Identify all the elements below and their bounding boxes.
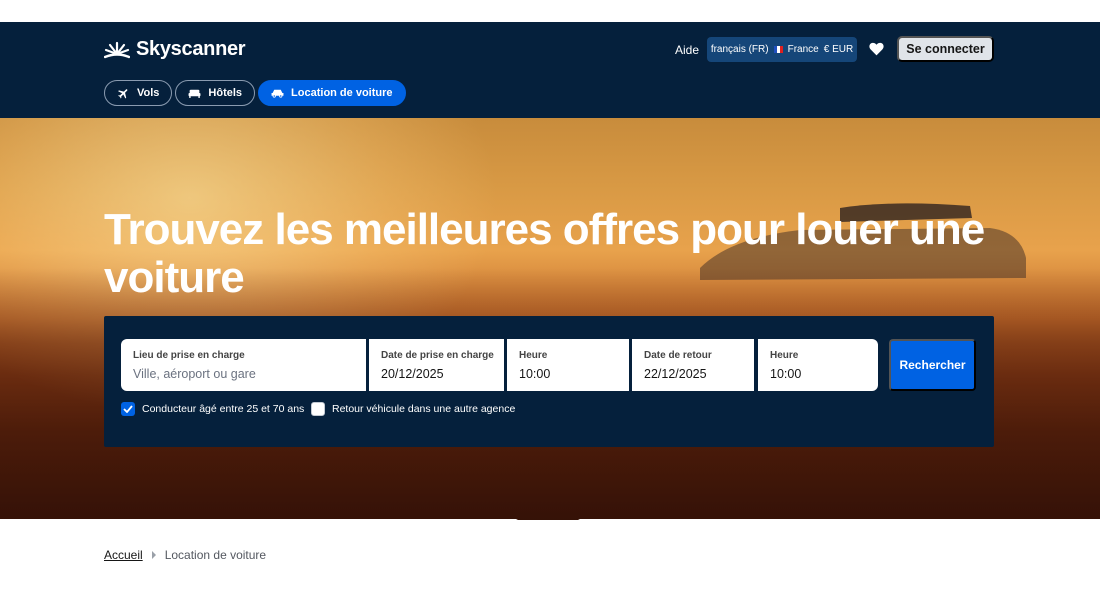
driver-age-checkbox[interactable]: Conducteur âgé entre 25 et 70 ans xyxy=(121,402,304,416)
chevron-right-icon xyxy=(151,551,156,559)
pickup-location-field[interactable]: Lieu de prise en charge Ville, aéroport … xyxy=(121,339,366,391)
field-label: Heure xyxy=(770,350,799,361)
tab-label: Location de voiture xyxy=(291,87,393,99)
product-tabs: Vols Hôtels Location de voiture xyxy=(104,80,406,106)
checkbox-label: Retour véhicule dans une autre agence xyxy=(332,403,516,415)
checkbox-checked[interactable] xyxy=(121,402,135,416)
pickup-time-field[interactable]: Heure 10:00 xyxy=(507,339,629,391)
pickup-date-field[interactable]: Date de prise en charge 20/12/2025 xyxy=(369,339,504,391)
checkbox-label: Conducteur âgé entre 25 et 70 ans xyxy=(142,403,305,415)
heart-icon[interactable] xyxy=(868,41,885,61)
hero-headline: Trouvez les meilleures offres pour louer… xyxy=(104,205,985,302)
check-icon xyxy=(123,405,133,413)
top-strip xyxy=(0,0,1100,22)
car-search-form: Lieu de prise en charge Ville, aéroport … xyxy=(104,316,994,447)
pickup-location-input[interactable]: Ville, aéroport ou gare xyxy=(133,367,354,381)
return-time-field[interactable]: Heure 10:00 xyxy=(758,339,878,391)
different-return-checkbox[interactable]: Retour véhicule dans une autre agence xyxy=(311,402,515,416)
france-flag-icon xyxy=(773,46,783,53)
tab-car-hire[interactable]: Location de voiture xyxy=(258,80,406,106)
breadcrumb-home-link[interactable]: Accueil xyxy=(104,548,143,562)
help-link[interactable]: Aide xyxy=(675,43,699,57)
field-label: Date de retour xyxy=(644,350,712,361)
locale-selector[interactable]: français (FR) France € EUR xyxy=(707,37,857,62)
field-label: Heure xyxy=(519,350,548,361)
login-button[interactable]: Se connecter xyxy=(897,36,994,62)
field-label: Date de prise en charge xyxy=(381,350,494,361)
hero-bottom-notch xyxy=(0,519,1100,539)
brand-name: Skyscanner xyxy=(136,38,246,60)
return-time-value: 10:00 xyxy=(770,367,802,381)
locale-country: France xyxy=(787,44,819,55)
tab-flights[interactable]: Vols xyxy=(104,80,173,106)
pickup-date-value: 20/12/2025 xyxy=(381,367,444,381)
return-date-value: 22/12/2025 xyxy=(644,367,707,381)
tab-hotels[interactable]: Hôtels xyxy=(175,80,256,106)
skyscanner-logo[interactable]: Skyscanner xyxy=(104,38,246,61)
field-label: Lieu de prise en charge xyxy=(133,350,245,361)
return-date-field[interactable]: Date de retour 22/12/2025 xyxy=(632,339,754,391)
bed-icon xyxy=(188,89,201,98)
breadcrumb-current: Location de voiture xyxy=(164,548,267,562)
hero-banner: Trouvez les meilleures offres pour louer… xyxy=(0,118,1100,520)
checkbox-unchecked[interactable] xyxy=(311,402,325,416)
pickup-time-value: 10:00 xyxy=(519,367,551,381)
sunrise-logo-icon xyxy=(104,41,130,58)
tab-label: Hôtels xyxy=(208,87,243,99)
plane-icon xyxy=(118,88,128,98)
breadcrumb: Accueil Location de voiture xyxy=(104,548,266,562)
locale-currency: € EUR xyxy=(823,44,854,55)
site-header: Skyscanner Aide français (FR) France € E… xyxy=(0,22,1100,118)
locale-language: français (FR) xyxy=(710,44,769,55)
search-button[interactable]: Rechercher xyxy=(889,339,976,391)
car-icon xyxy=(271,89,284,98)
tab-label: Vols xyxy=(137,87,160,99)
